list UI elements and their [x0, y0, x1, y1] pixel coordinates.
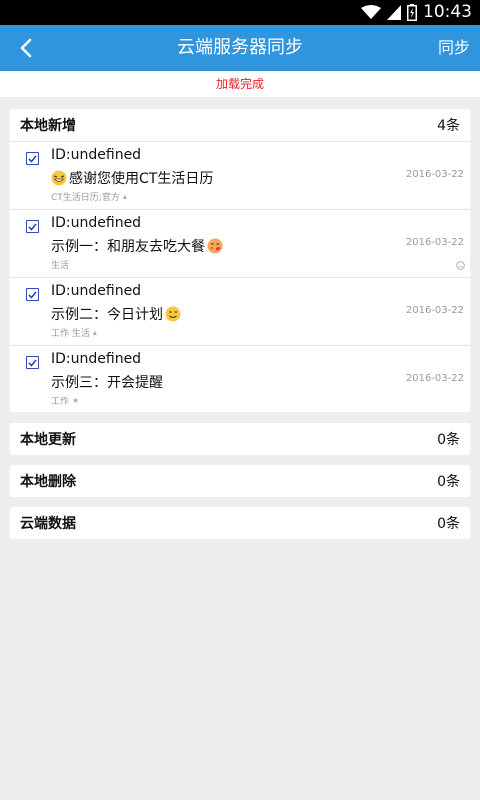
event-title-row: 示例一：和朋友去吃大餐: [51, 236, 223, 256]
event-id: ID:undefined: [51, 351, 142, 367]
load-status-message: 加载完成: [0, 71, 480, 97]
status-time: 10:43: [423, 2, 472, 22]
triangle-icon: ▴: [92, 328, 97, 337]
laughing-face-icon: [51, 170, 67, 186]
status-icons: 10:43: [361, 3, 472, 22]
checkbox[interactable]: [26, 220, 39, 233]
chevron-left-icon: [20, 38, 32, 58]
checkbox[interactable]: [26, 288, 39, 301]
section-header-local-new[interactable]: 本地新增 4条: [10, 109, 470, 141]
event-item[interactable]: ID:undefined 感谢您使用CT生活日历 CT生活日历;官方 ▴ 201…: [10, 141, 470, 209]
section-local-new: 本地新增 4条 ID:undefined 感谢您使用CT生活日历 CT生活日历;…: [10, 109, 470, 412]
section-title: 本地删除: [20, 474, 76, 490]
event-tags: 生活: [51, 258, 69, 271]
section-title: 本地更新: [20, 432, 76, 448]
section-cloud-data[interactable]: 云端数据 0条: [10, 507, 470, 539]
event-tags: CT生活日历;官方 ▴: [51, 190, 127, 203]
star-icon: ★: [72, 396, 80, 405]
section-header-cloud-data[interactable]: 云端数据 0条: [10, 507, 470, 539]
event-item[interactable]: ID:undefined 示例二：今日计划 工作 生活 ▴ 2016-03-22: [10, 277, 470, 345]
sync-button[interactable]: 同步: [438, 25, 470, 71]
event-tags-text: 工作 生活: [51, 329, 90, 339]
event-date: 2016-03-22: [405, 237, 464, 248]
event-tags: 工作 生活 ▴: [51, 326, 97, 339]
section-count: 4条: [437, 118, 460, 134]
event-tags-text: 工作: [51, 397, 70, 407]
event-title: 感谢您使用CT生活日历: [69, 171, 214, 187]
checkbox[interactable]: [26, 356, 39, 369]
check-icon: [28, 290, 37, 299]
section-count: 0条: [437, 474, 460, 490]
battery-icon: [407, 4, 417, 21]
checkbox[interactable]: [26, 152, 39, 165]
event-title-row: 感谢您使用CT生活日历: [51, 168, 213, 188]
section-header-local-delete[interactable]: 本地删除 0条: [10, 465, 470, 497]
section-header-local-update[interactable]: 本地更新 0条: [10, 423, 470, 455]
kissing-face-icon: [207, 238, 223, 254]
event-title-row: 示例二：今日计划: [51, 304, 181, 324]
event-title: 示例一：和朋友去吃大餐: [51, 239, 205, 255]
status-bar: 10:43: [0, 0, 480, 25]
event-tags: 工作 ★: [51, 394, 79, 407]
check-icon: [28, 222, 37, 231]
check-icon: [28, 358, 37, 367]
wink-face-icon: [165, 306, 181, 322]
event-title: 示例二：今日计划: [51, 307, 163, 323]
section-local-update[interactable]: 本地更新 0条: [10, 423, 470, 455]
section-count: 0条: [437, 432, 460, 448]
back-button[interactable]: [6, 25, 46, 71]
event-date: 2016-03-22: [405, 169, 464, 180]
event-id: ID:undefined: [51, 147, 142, 163]
section-count: 0条: [437, 516, 460, 532]
event-date: 2016-03-22: [405, 305, 464, 316]
section-title: 本地新增: [20, 118, 76, 134]
section-local-delete[interactable]: 本地删除 0条: [10, 465, 470, 497]
page-title: 云端服务器同步: [177, 37, 303, 58]
event-tags-text: CT生活日历;官方: [51, 193, 120, 203]
event-id: ID:undefined: [51, 215, 142, 231]
event-title: 示例三：开会提醒: [51, 375, 163, 391]
event-date: 2016-03-22: [405, 373, 464, 384]
check-icon: [28, 154, 37, 163]
event-item[interactable]: ID:undefined 示例三：开会提醒 工作 ★ 2016-03-22: [10, 345, 470, 413]
event-id: ID:undefined: [51, 283, 142, 299]
wifi-icon: [361, 5, 381, 19]
triangle-icon: ▴: [122, 192, 127, 201]
signal-icon: [387, 5, 401, 20]
event-tags-text: 生活: [51, 261, 70, 271]
section-title: 云端数据: [20, 516, 76, 532]
event-item[interactable]: ID:undefined 示例一：和朋友去吃大餐 生活 2016-03-22: [10, 209, 470, 277]
app-bar: 云端服务器同步 同步: [0, 25, 480, 71]
event-title-row: 示例三：开会提醒: [51, 372, 163, 392]
smile-icon: [456, 261, 465, 270]
